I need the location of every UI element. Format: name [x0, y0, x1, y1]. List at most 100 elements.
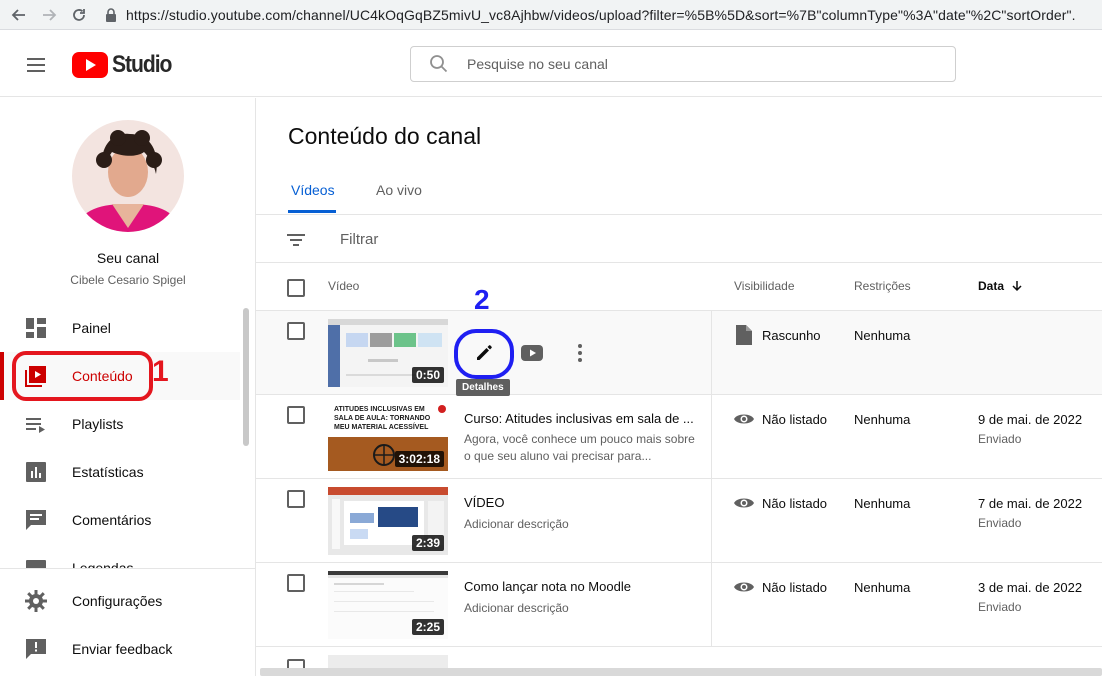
visibility-text: Não listado: [762, 579, 828, 595]
divider: [711, 479, 712, 563]
filter-input[interactable]: Filtrar: [340, 231, 378, 248]
table-row[interactable]: 2:25 Como lançar nota no Moodle Adiciona…: [256, 563, 1102, 647]
column-header-restrictions[interactable]: Restrições: [854, 279, 911, 293]
status-text: Enviado: [978, 600, 1022, 614]
restrictions-text: Nenhuma: [854, 580, 911, 595]
video-thumbnail[interactable]: 0:50: [328, 319, 448, 387]
analytics-icon: [25, 461, 47, 483]
video-title[interactable]: Como lançar nota no Moodle: [464, 579, 696, 594]
eye-icon: [734, 493, 754, 513]
divider: [711, 563, 712, 647]
select-all-checkbox[interactable]: [287, 279, 305, 297]
search-icon: [429, 54, 449, 74]
video-thumbnail[interactable]: [328, 655, 448, 668]
tab-live[interactable]: Ao vivo: [376, 182, 422, 198]
youtube-play-button[interactable]: [520, 341, 544, 365]
table-row[interactable]: 0:50 Rascunho Nenhuma: [256, 311, 1102, 395]
sort-down-icon: [1012, 281, 1022, 292]
youtube-play-icon: [72, 52, 108, 78]
studio-header: Studio: [0, 31, 1102, 97]
sidebar-bottom: Configurações Enviar feedback: [0, 568, 255, 676]
forward-icon[interactable]: [38, 4, 60, 26]
restrictions-text: Nenhuma: [854, 328, 911, 343]
column-header-date[interactable]: Data: [978, 279, 1023, 293]
column-header-date-label: Data: [978, 279, 1005, 293]
channel-avatar[interactable]: [72, 120, 184, 232]
studio-logo-text: Studio: [112, 51, 172, 78]
back-icon[interactable]: [8, 4, 30, 26]
video-description[interactable]: Adicionar descrição: [464, 516, 696, 533]
main-content: Conteúdo do canal Vídeos Ao vivo Filtrar…: [256, 98, 1102, 676]
sidebar-item-feedback[interactable]: Enviar feedback: [0, 625, 240, 673]
video-title[interactable]: Curso: Atitudes inclusivas em sala de ..…: [464, 411, 696, 426]
tab-videos[interactable]: Vídeos: [291, 182, 335, 198]
annotation-number-2: 2: [474, 284, 490, 315]
thumbnail-title: ATITUDES INCLUSIVAS EM SALA DE AULA: TOR…: [334, 406, 431, 431]
studio-logo[interactable]: Studio: [72, 51, 179, 79]
sidebar-item-playlists[interactable]: Playlists: [0, 400, 240, 448]
status-text: Enviado: [978, 432, 1022, 446]
search-input[interactable]: [467, 56, 907, 72]
visibility-cell[interactable]: Rascunho: [734, 325, 821, 345]
date-text: 3 de mai. de 2022: [978, 580, 1083, 595]
sidebar-item-label: Painel: [72, 320, 111, 336]
comments-icon: [25, 509, 47, 531]
eye-icon: [734, 409, 754, 429]
table-row[interactable]: ATITUDES INCLUSIVAS EM SALA DE AULA: TOR…: [256, 395, 1102, 479]
table-row[interactable]: 2:39 VÍDEO Adicionar descrição Não lista…: [256, 479, 1102, 563]
visibility-cell[interactable]: Não listado: [734, 577, 827, 597]
divider: [711, 395, 712, 479]
divider: [711, 311, 712, 395]
tab-active-indicator: [288, 210, 336, 213]
restrictions-text: Nenhuma: [854, 496, 911, 511]
row-checkbox[interactable]: [287, 574, 305, 592]
url-text[interactable]: https://studio.youtube.com/channel/UC4kO…: [126, 7, 1076, 23]
channel-label: Seu canal: [96, 250, 160, 266]
sidebar-item-configuracoes[interactable]: Configurações: [0, 577, 240, 625]
visibility-text: Não listado: [762, 495, 828, 511]
filter-icon[interactable]: [286, 230, 306, 250]
search-box[interactable]: [410, 46, 956, 82]
visibility-cell[interactable]: Não listado: [734, 493, 827, 513]
date-text: 7 de mai. de 2022: [978, 496, 1083, 511]
more-vert-icon: [578, 344, 582, 362]
draft-file-icon: [734, 325, 754, 345]
horizontal-scrollbar[interactable]: [260, 668, 1102, 676]
sidebar-scrollbar[interactable]: [243, 308, 249, 446]
duration-badge: 2:25: [411, 619, 444, 635]
page-title: Conteúdo do canal: [288, 123, 482, 149]
annotation-highlight-2: [454, 329, 514, 379]
video-thumbnail[interactable]: 2:39: [328, 487, 448, 555]
more-options-button[interactable]: [568, 341, 592, 365]
video-thumbnail[interactable]: 2:25: [328, 571, 448, 639]
status-text: Enviado: [978, 516, 1022, 530]
menu-icon[interactable]: [24, 53, 48, 77]
annotation-highlight-1: [12, 351, 153, 401]
sidebar-item-label: Estatísticas: [72, 464, 144, 480]
divider: [256, 262, 1102, 263]
video-description: Agora, você conhece um pouco mais sobre …: [464, 432, 695, 463]
video-description[interactable]: Adicionar descrição: [464, 600, 696, 617]
gear-icon: [25, 590, 47, 612]
sidebar-item-label: Playlists: [72, 416, 124, 432]
sidebar-item-painel[interactable]: Painel: [0, 304, 240, 352]
dashboard-icon: [25, 317, 47, 339]
row-checkbox[interactable]: [287, 406, 305, 424]
duration-badge: 0:50: [411, 367, 444, 383]
sidebar-item-estatisticas[interactable]: Estatísticas: [0, 448, 240, 496]
annotation-number-1: 1: [152, 355, 169, 388]
reload-icon[interactable]: [68, 4, 90, 26]
visibility-cell[interactable]: Não listado: [734, 409, 827, 429]
sidebar-item-comentarios[interactable]: Comentários: [0, 496, 240, 544]
row-checkbox[interactable]: [287, 490, 305, 508]
tooltip: Detalhes: [456, 379, 510, 396]
sidebar: Seu canal Cibele Cesario Spigel Painel C…: [0, 98, 256, 676]
video-title[interactable]: VÍDEO: [464, 495, 696, 510]
row-checkbox[interactable]: [287, 322, 305, 340]
video-thumbnail[interactable]: ATITUDES INCLUSIVAS EM SALA DE AULA: TOR…: [328, 403, 448, 471]
visibility-text: Rascunho: [762, 327, 821, 343]
restrictions-text: Nenhuma: [854, 412, 911, 427]
duration-badge: 3:02:18: [394, 451, 444, 467]
column-header-video: Vídeo: [328, 279, 360, 293]
column-header-visibility[interactable]: Visibilidade: [734, 279, 795, 293]
